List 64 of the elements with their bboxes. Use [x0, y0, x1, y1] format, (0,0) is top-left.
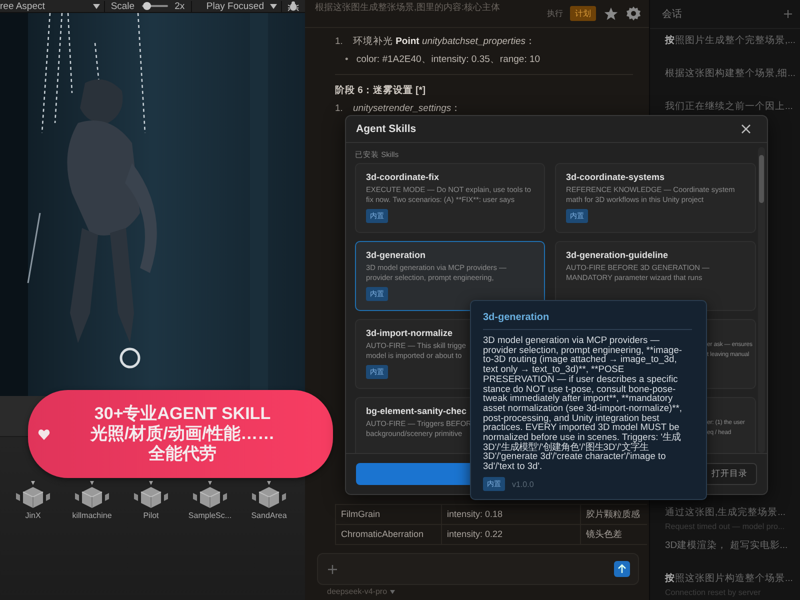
close-icon[interactable]: [741, 124, 751, 134]
list-number: 1.: [335, 102, 343, 114]
table-cell: intensity: 0.22: [441, 525, 580, 544]
skill-name: 3d-generation-guideline: [566, 249, 668, 262]
session-item[interactable]: 3D建模渲染， 超写实电影...: [650, 534, 800, 567]
settings-icon[interactable]: [626, 6, 641, 21]
prefab-icon: [15, 481, 51, 509]
table-cell: FilmGrain: [335, 505, 441, 524]
skill-name: bg-element-sanity-chec: [366, 405, 467, 418]
caret-icon: [92, 4, 100, 8]
prefab-icon: [192, 481, 228, 509]
caret-icon: [270, 4, 278, 8]
table-cell: intensity: 0.18: [441, 505, 580, 524]
panel-title: 会话: [662, 8, 682, 21]
list-item-text: color: #1A2E40、intensity: 0.35、range: 10: [356, 52, 540, 66]
asset-item[interactable]: killmachine: [63, 481, 121, 520]
scale-slider[interactable]: [140, 2, 170, 10]
prefab-icon: [251, 481, 287, 509]
asset-item[interactable]: JinX: [4, 481, 62, 520]
dialog-title: Agent Skills: [356, 123, 416, 135]
conversation-title: 根据这张图生成整张场景,图里的内容:核心主体: [315, 1, 500, 13]
bullet: •: [345, 54, 348, 64]
list-item-text: unitysetrender_settings：: [352, 102, 462, 114]
session-item[interactable]: 根据这张图构建整个场景,细...: [650, 62, 800, 95]
banner-text: 全能代劳: [148, 444, 216, 464]
message-input[interactable]: [317, 553, 639, 585]
asset-item[interactable]: SampleSc...: [181, 481, 239, 520]
skill-name: 3d-generation: [366, 249, 426, 262]
mode-tab[interactable]: 计划: [570, 6, 596, 21]
asset-item[interactable]: Pilot: [122, 481, 180, 520]
version-label: v1.0.0: [512, 480, 534, 490]
play-mode-dropdown[interactable]: Play Focused: [206, 0, 282, 12]
asset-label: SampleSc...: [188, 511, 232, 520]
banner-text: 光照/材质/动画/性能……: [90, 424, 275, 444]
plus-icon[interactable]: [328, 564, 337, 574]
star-icon[interactable]: [604, 6, 618, 20]
scale-value: 2x: [174, 0, 185, 12]
banner-text: 30+专业AGENT SKILL: [94, 404, 271, 424]
prefab-icon: [74, 481, 110, 509]
caret-icon: [390, 590, 396, 594]
list-number: 1.: [335, 36, 343, 46]
section-heading: 阶段 6：迷雾设置 [*]: [335, 84, 426, 96]
scrollbar[interactable]: [758, 147, 765, 453]
bug-icon[interactable]: [288, 1, 299, 11]
skill-name: 3d-import-normalize: [366, 327, 453, 340]
asset-label: SandArea: [251, 511, 287, 520]
send-button[interactable]: [614, 561, 630, 577]
asset-label: killmachine: [72, 511, 112, 520]
asset-label: JinX: [25, 511, 41, 520]
slider-thumb[interactable]: [143, 2, 152, 10]
skill-name: 3d-coordinate-fix: [366, 171, 440, 184]
table-cell: 胶片颗粒质感: [580, 505, 647, 524]
skill-name: 3d-coordinate-systems: [566, 171, 665, 184]
aspect-dropdown[interactable]: ree Aspect: [0, 0, 105, 12]
plus-icon[interactable]: [784, 10, 792, 18]
asset-label: Pilot: [143, 511, 159, 520]
list-item-text: 环境补光 Point unitybatchset_properties：: [352, 34, 536, 48]
table-cell: 镜头色差: [580, 525, 647, 544]
prefab-icon: [133, 481, 169, 509]
scale-label: Scale: [110, 0, 135, 12]
session-item[interactable]: 按照图片生成整个完整场景,...: [650, 29, 800, 62]
heart-icon: [38, 428, 50, 440]
asset-item[interactable]: SandArea: [240, 481, 298, 520]
table-cell: ChromaticAberration: [335, 525, 441, 544]
